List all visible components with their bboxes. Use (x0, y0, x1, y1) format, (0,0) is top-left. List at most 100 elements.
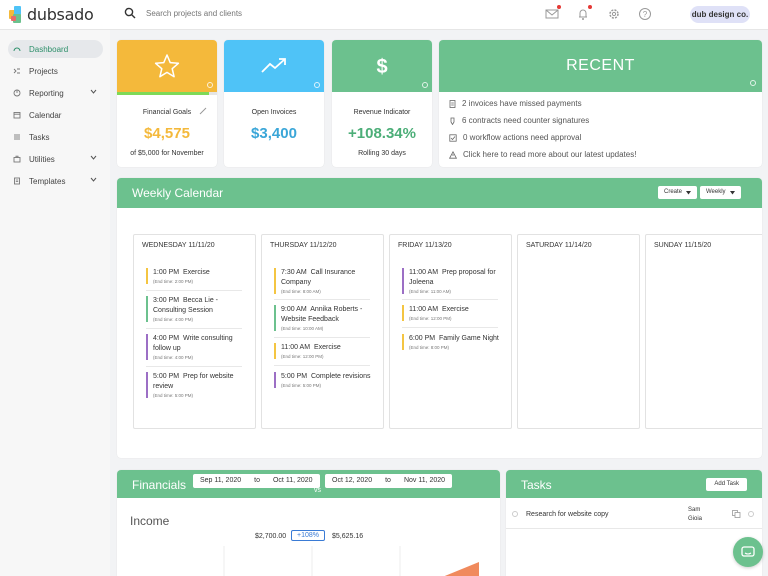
financials-card: Financials Sep 11, 2020 to Oct 11, 2020 … (117, 470, 500, 576)
templates-icon (14, 177, 20, 185)
stat-value: +108.34% (348, 125, 416, 142)
chat-button[interactable] (733, 537, 763, 567)
sidebar-item-dashboard[interactable]: Dashboard (8, 40, 103, 58)
event-end-time: (End time: 8:00 AM) (281, 289, 321, 294)
task-checkbox[interactable] (512, 511, 518, 517)
financial-goals-card[interactable]: Financial Goals $4,575 of $5,000 for Nov… (117, 40, 217, 167)
notification-dot (557, 5, 561, 9)
event-title: 4:00 PM Write consulting follow up (153, 335, 233, 352)
tasks-card: Tasks Add Task Research for website copy… (506, 470, 762, 576)
financials-header: Financials Sep 11, 2020 to Oct 11, 2020 … (117, 470, 500, 498)
calendar-event[interactable]: 6:00 PM Family Game Night (End time: 8:0… (402, 334, 504, 350)
recent-item[interactable]: 2 invoices have missed payments (449, 99, 582, 108)
calendar-event[interactable]: 11:00 AM Prep proposal for Joleena (End … (402, 268, 504, 294)
add-task-button[interactable]: Add Task (706, 478, 747, 491)
task-row[interactable]: Research for website copy Sam Gioia (506, 500, 762, 529)
chevron-down-icon (90, 155, 97, 160)
event-end-time: (End time: 4:00 PM) (153, 317, 194, 322)
stat-label: Revenue Indicator (353, 109, 411, 116)
calendar-event[interactable]: 5:00 PM Prep for website review (End tim… (146, 372, 248, 398)
copy-icon[interactable] (732, 510, 741, 518)
recent-title: RECENT (439, 40, 762, 92)
recent-item-text: Click here to read more about our latest… (463, 150, 637, 159)
event-divider (146, 290, 242, 291)
open-invoices-card[interactable]: Open Invoices $3,400 (224, 40, 324, 167)
dubsado-logo-icon (9, 5, 23, 24)
date-range-current[interactable]: Sep 11, 2020 to Oct 11, 2020 (193, 474, 320, 488)
svg-text:?: ? (643, 10, 648, 19)
chevron-down-icon (90, 177, 97, 182)
caret-down-icon (686, 190, 692, 194)
day-header: WEDNESDAY 11/11/20 (142, 242, 215, 249)
recent-item[interactable]: Click here to read more about our latest… (449, 150, 636, 159)
calendar-event[interactable]: 1:00 PM Exercise (End time: 2:00 PM) (146, 268, 248, 284)
recent-item[interactable]: 6 contracts need counter signatures (449, 116, 589, 125)
mail-icon[interactable] (545, 5, 561, 21)
svg-text:$: $ (376, 56, 387, 77)
day-header: THURSDAY 11/12/20 (270, 242, 337, 249)
event-end-time: (End time: 11:00 AM) (409, 289, 451, 294)
event-divider (274, 365, 370, 366)
app-logo[interactable]: dubsado (9, 5, 94, 24)
sidebar-item-label: Utilities (29, 154, 55, 164)
org-badge[interactable]: dub design co. (690, 6, 750, 23)
bell-icon[interactable] (576, 5, 592, 21)
task-title: Research for website copy (526, 511, 609, 518)
event-divider (274, 299, 370, 300)
sidebar-item-label: Reporting (29, 88, 64, 98)
tasks-header: Tasks Add Task (506, 470, 762, 498)
calendar-event[interactable]: 11:00 AM Exercise (End time: 12:00 PM) (402, 305, 504, 321)
calendar-event[interactable]: 3:00 PM Becca Lie - Consulting Session (… (146, 296, 248, 322)
calendar-icon (13, 112, 21, 119)
gear-icon[interactable] (607, 7, 621, 21)
calendar-event[interactable]: 5:00 PM Complete revisions (End time: 5:… (274, 372, 376, 388)
view-dropdown[interactable]: Weekly (700, 186, 741, 199)
event-title: 7:30 AM Call Insurance Company (281, 269, 356, 286)
trend-up-icon (261, 58, 286, 73)
search-bar[interactable] (124, 7, 346, 19)
chevron-down-icon (90, 89, 97, 94)
revenue-indicator-header: $ (332, 40, 432, 92)
day-header: SATURDAY 11/14/20 (526, 242, 592, 249)
sidebar-item-projects[interactable]: Projects (8, 62, 103, 80)
info-icon[interactable] (314, 82, 320, 88)
event-title: 11:00 AM Exercise (409, 306, 469, 313)
info-icon[interactable] (207, 82, 213, 88)
day-column-sunday: SUNDAY 11/15/20 (645, 234, 762, 429)
dollar-icon: $ (376, 56, 387, 77)
stat-value: $4,575 (144, 125, 190, 142)
date-range-compare[interactable]: Oct 12, 2020 to Nov 11, 2020 (325, 474, 453, 488)
event-divider (402, 327, 498, 328)
revenue-indicator-card[interactable]: $ Revenue Indicator +108.34% Rolling 30 … (332, 40, 432, 167)
sidebar-item-calendar[interactable]: Calendar (8, 106, 103, 124)
sidebar-item-reporting[interactable]: Reporting (8, 84, 103, 102)
sidebar-item-templates[interactable]: Templates (8, 172, 103, 190)
invoice-icon (449, 99, 456, 108)
event-title: 5:00 PM Prep for website review (153, 373, 234, 390)
top-bar: dubsado ? dub design co. (0, 0, 768, 30)
recent-item[interactable]: 0 workflow actions need approval (449, 133, 581, 142)
edit-icon[interactable] (199, 107, 207, 115)
sidebar-item-utilities[interactable]: Utilities (8, 150, 103, 168)
warning-icon (449, 150, 457, 159)
weekly-calendar-card: Weekly Calendar Create Weekly WEDNESDAY … (117, 178, 762, 458)
calendar-event[interactable]: 11:00 AM Exercise (End time: 12:00 PM) (274, 343, 376, 359)
info-icon[interactable] (750, 80, 756, 86)
sidebar-item-tasks[interactable]: Tasks (8, 128, 103, 146)
search-input[interactable] (146, 8, 346, 18)
goal-progress-bar (117, 92, 217, 95)
calendar-event[interactable]: 9:00 AM Annika Roberts - Website Feedbac… (274, 305, 376, 331)
event-title: 9:00 AM Annika Roberts - Website Feedbac… (281, 306, 363, 323)
goal-progress-fill (117, 92, 209, 95)
event-end-time: (End time: 12:00 PM) (409, 316, 452, 321)
info-icon[interactable] (422, 82, 428, 88)
day-column-thursday: THURSDAY 11/12/20 7:30 AM Call Insurance… (261, 234, 384, 429)
calendar-event[interactable]: 4:00 PM Write consulting follow up (End … (146, 334, 248, 360)
task-more-icon[interactable] (748, 511, 754, 517)
weekly-calendar-title: Weekly Calendar (132, 186, 224, 200)
create-dropdown[interactable]: Create (658, 186, 698, 199)
calendar-event[interactable]: 7:30 AM Call Insurance Company (End time… (274, 268, 376, 294)
income-previous: $2,700.00 (255, 533, 287, 540)
chat-icon (741, 545, 755, 557)
help-icon[interactable]: ? (638, 7, 652, 21)
